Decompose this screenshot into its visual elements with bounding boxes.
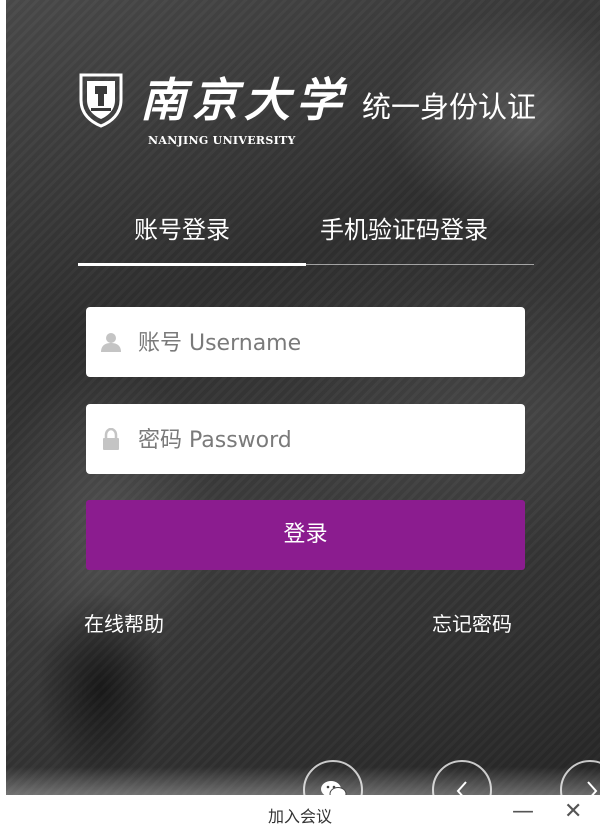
university-english-name: NANJING UNIVERSITY — [148, 134, 296, 147]
active-tab-indicator — [78, 263, 306, 266]
window-title: 加入会议 — [267, 807, 332, 826]
minimize-icon[interactable]: — — [512, 799, 534, 824]
window-title-bar: 加入会议 — ✕ — [0, 795, 600, 834]
university-name-calligraphy: 南京大学 — [140, 73, 348, 127]
shield-emblem-icon — [79, 73, 123, 128]
lock-icon — [103, 428, 119, 450]
forgot-password-link[interactable]: 忘记密码 — [432, 608, 512, 637]
login-button[interactable]: 登录 — [86, 500, 525, 570]
university-logo: 南京大学 NANJING UNIVERSITY 统一身份认证 — [78, 68, 588, 158]
password-input[interactable] — [136, 404, 520, 476]
tab-sms-login[interactable]: 手机验证码登录 — [320, 210, 488, 258]
username-field[interactable] — [86, 307, 525, 379]
page-title: 统一身份认证 — [362, 90, 537, 124]
online-help-link[interactable]: 在线帮助 — [84, 608, 164, 637]
user-icon — [101, 333, 121, 352]
tab-account-login[interactable]: 账号登录 — [134, 210, 230, 258]
close-icon[interactable]: ✕ — [564, 799, 582, 824]
login-tabs: 账号登录 手机验证码登录 — [78, 210, 534, 266]
password-field[interactable] — [86, 404, 525, 476]
username-input[interactable] — [136, 307, 520, 379]
